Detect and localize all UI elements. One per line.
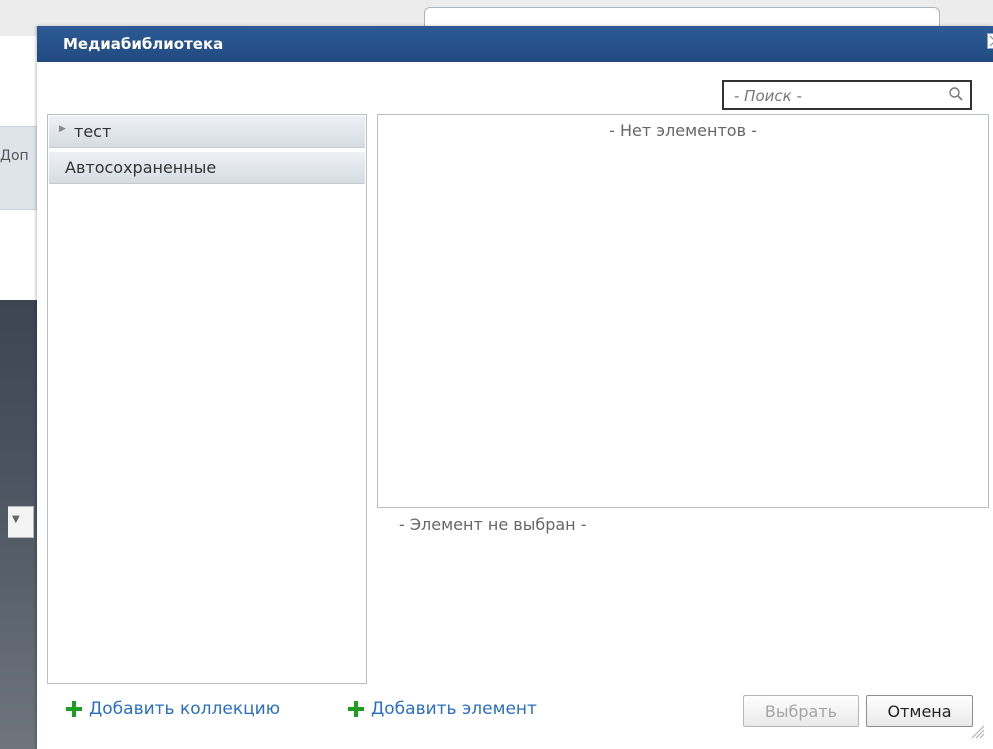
search-input[interactable] xyxy=(734,85,934,107)
dialog-titlebar: Медиабиблиотека xyxy=(37,26,993,62)
plus-icon xyxy=(66,701,82,717)
search-box xyxy=(722,80,972,110)
background-tab-label: Доп xyxy=(0,148,29,164)
add-collection-label[interactable]: Добавить коллекцию xyxy=(89,699,280,719)
close-button[interactable] xyxy=(987,33,993,49)
caret-right-icon[interactable]: ▶ xyxy=(59,124,66,134)
add-element-link[interactable]: Добавить элемент xyxy=(347,699,537,719)
plus-icon xyxy=(348,701,364,717)
elements-panel: - Нет элементов - xyxy=(377,114,989,508)
collection-label: Автосохраненные xyxy=(65,158,217,177)
collection-label: тест xyxy=(74,122,112,141)
resize-grip-icon[interactable] xyxy=(968,722,986,740)
collections-panel: ▶ тест Автосохраненные xyxy=(47,114,367,684)
collection-item-autosaved[interactable]: Автосохраненные xyxy=(49,152,365,184)
collection-item-test[interactable]: ▶ тест xyxy=(49,116,365,148)
cancel-button[interactable]: Отмена xyxy=(866,695,973,727)
background-select-arrow-icon: ▼ xyxy=(12,514,20,525)
add-collection-link[interactable]: Добавить коллекцию xyxy=(65,699,280,719)
empty-selection-text: - Элемент не выбран - xyxy=(399,515,587,534)
media-library-dialog: Медиабиблиотека ▶ тест Автосохраненные -… xyxy=(37,26,993,749)
add-element-label[interactable]: Добавить элемент xyxy=(371,699,537,719)
empty-elements-text: - Нет элементов - xyxy=(609,121,757,140)
select-button[interactable]: Выбрать xyxy=(743,695,859,727)
close-icon xyxy=(989,35,993,47)
search-icon[interactable] xyxy=(948,86,964,102)
background-tab-strip xyxy=(0,126,37,210)
dialog-title: Медиабиблиотека xyxy=(63,35,224,53)
